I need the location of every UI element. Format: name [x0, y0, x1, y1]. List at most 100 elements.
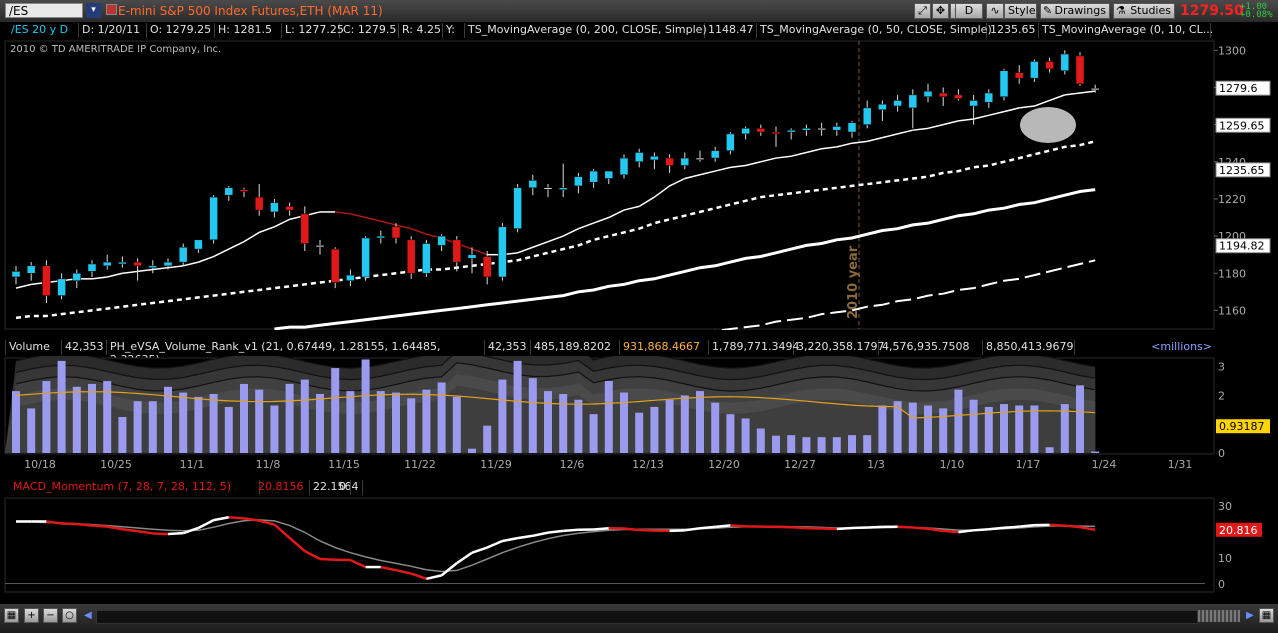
- volume-bar: [680, 395, 689, 453]
- time-scrollbar[interactable]: [96, 610, 1198, 624]
- zoom-out-icon[interactable]: −: [43, 608, 58, 623]
- candle-body: [984, 92, 994, 103]
- volume-bar: [1076, 385, 1084, 453]
- volume-bar: [224, 406, 233, 453]
- candle-body: [938, 92, 948, 97]
- volume-bar: [12, 391, 20, 453]
- crosshair-icon[interactable]: ✥: [932, 3, 949, 19]
- volume-bar: [148, 401, 157, 453]
- vsa-study[interactable]: PH_eVSA_Volume_Rank_v1 (21, 0.67449, 1.2…: [107, 340, 485, 366]
- volume-bar: [544, 391, 552, 453]
- ma10-study[interactable]: TS_MovingAverage (0, 10, CL...: [1039, 23, 1213, 38]
- volume-bar: [924, 405, 932, 453]
- period-button[interactable]: D: [955, 3, 983, 19]
- zoom-in-icon[interactable]: +: [24, 608, 39, 623]
- volume-bar: [407, 398, 416, 453]
- volume-value: 42,353: [62, 340, 107, 355]
- volume-bar: [711, 402, 720, 453]
- macd-segment: [912, 526, 929, 530]
- instrument-icon[interactable]: [106, 4, 117, 15]
- symbol-input[interactable]: /ES: [5, 3, 83, 18]
- volume-bar: [772, 435, 780, 453]
- candle-body: [604, 170, 614, 179]
- zoom-reset-icon[interactable]: ○: [62, 608, 77, 623]
- chart-type-icon[interactable]: ∿: [986, 3, 1004, 19]
- zoom-icon[interactable]: ⤢: [914, 3, 931, 19]
- macd-last-label: 20.816: [1219, 524, 1258, 537]
- price-chart[interactable]: 116011801200122012401260128013002010 yea…: [0, 39, 1278, 330]
- volume-bar: [939, 408, 948, 453]
- candle-body: [72, 273, 82, 281]
- volume-bar: [559, 393, 568, 453]
- date-tick-label: 1/17: [1016, 458, 1041, 471]
- style-button[interactable]: Style: [1004, 3, 1037, 19]
- candle-body: [695, 157, 705, 160]
- macd-segment: [61, 522, 77, 526]
- volume-bar: [316, 393, 324, 453]
- candle-body: [148, 265, 158, 268]
- candle-body: [771, 131, 781, 135]
- candle-body: [665, 157, 674, 166]
- candle-body: [391, 226, 401, 239]
- bottom-toolbar: ▦ + − ○ ◀ ▶ ▦: [0, 604, 1278, 633]
- y-label: Y:: [443, 23, 465, 38]
- vsa-v5: 3,220,358.1797: [794, 340, 884, 355]
- macd-segment: [319, 557, 336, 562]
- studies-button[interactable]: ⚗ Studies: [1113, 3, 1175, 19]
- macd-segment: [623, 527, 640, 532]
- vsa-v3: 931,868.4667: [620, 340, 709, 355]
- vsa-v6: 4,576,935.7508: [879, 340, 983, 355]
- candle-body: [969, 100, 978, 107]
- price-axis-label: 1194.82: [1219, 240, 1265, 253]
- candle-body: [802, 128, 811, 131]
- macd-segment: [563, 528, 579, 533]
- bar-date: D: 1/20/11: [79, 23, 147, 38]
- scroll-right-icon[interactable]: ▶: [1246, 610, 1254, 621]
- scroll-left-icon[interactable]: ◀: [84, 610, 92, 621]
- candle-body: [923, 90, 933, 97]
- ma200-value: 1148.47: [705, 23, 757, 38]
- candle-body: [346, 274, 355, 281]
- bar-open: O: 1279.25: [147, 23, 215, 38]
- macd-segment: [228, 516, 245, 520]
- candle-body: [786, 129, 796, 133]
- macd-study[interactable]: MACD_Momentum (7, 28, 7, 28, 112, 5): [10, 480, 260, 495]
- candle-body: [893, 100, 902, 107]
- date-tick-label: 12/6: [560, 458, 585, 471]
- studies-label: Studies: [1130, 4, 1171, 17]
- candle-body: [954, 94, 963, 99]
- macd-segment: [867, 525, 883, 529]
- volume-bar: [118, 417, 127, 453]
- drawing-ellipse: [1020, 107, 1076, 143]
- date-tick-label: 1/31: [1168, 458, 1193, 471]
- volume-units: <millions>: [1151, 340, 1212, 353]
- macd-segment: [639, 528, 655, 532]
- candle-body: [908, 94, 918, 109]
- price-tick-label: 1300: [1218, 44, 1246, 57]
- bar-range: R: 4.25: [399, 23, 443, 38]
- volume-last-label: 0.93187: [1219, 420, 1265, 433]
- candle-body: [1060, 53, 1070, 71]
- ma50-study[interactable]: TS_MovingAverage (0, 50, CLOSE, Simple): [757, 23, 992, 38]
- symbol-dropdown-icon[interactable]: ▾: [86, 3, 101, 18]
- candle-body: [163, 261, 173, 267]
- price-tick-label: 1180: [1218, 267, 1246, 280]
- macd-segment: [988, 526, 1005, 531]
- macd-chart[interactable]: 010203020.816: [0, 496, 1278, 604]
- candle-body: [26, 265, 36, 274]
- macd-tick-label: 30: [1218, 500, 1232, 513]
- vsa-v7: 8,850,413.9679: [983, 340, 1075, 355]
- volume-bar: [468, 448, 476, 453]
- grid-icon[interactable]: ▦: [4, 608, 19, 623]
- drawings-button[interactable]: ✎ Drawings: [1040, 3, 1110, 19]
- ma200-study[interactable]: TS_MovingAverage (0, 200, CLOSE, Simple): [465, 23, 707, 38]
- candle-body: [832, 126, 842, 131]
- volume-bar: [422, 389, 431, 453]
- expand-icon[interactable]: ▦: [1259, 608, 1274, 623]
- volume-bar: [88, 383, 96, 453]
- ma50-value: 1235.65: [987, 23, 1039, 38]
- scroll-thumb[interactable]: [1198, 610, 1240, 622]
- macd-segment: [973, 528, 989, 532]
- volume-bar: [240, 383, 248, 453]
- volume-chart[interactable]: 01230.9318710/1810/2511/111/811/1511/221…: [0, 356, 1278, 476]
